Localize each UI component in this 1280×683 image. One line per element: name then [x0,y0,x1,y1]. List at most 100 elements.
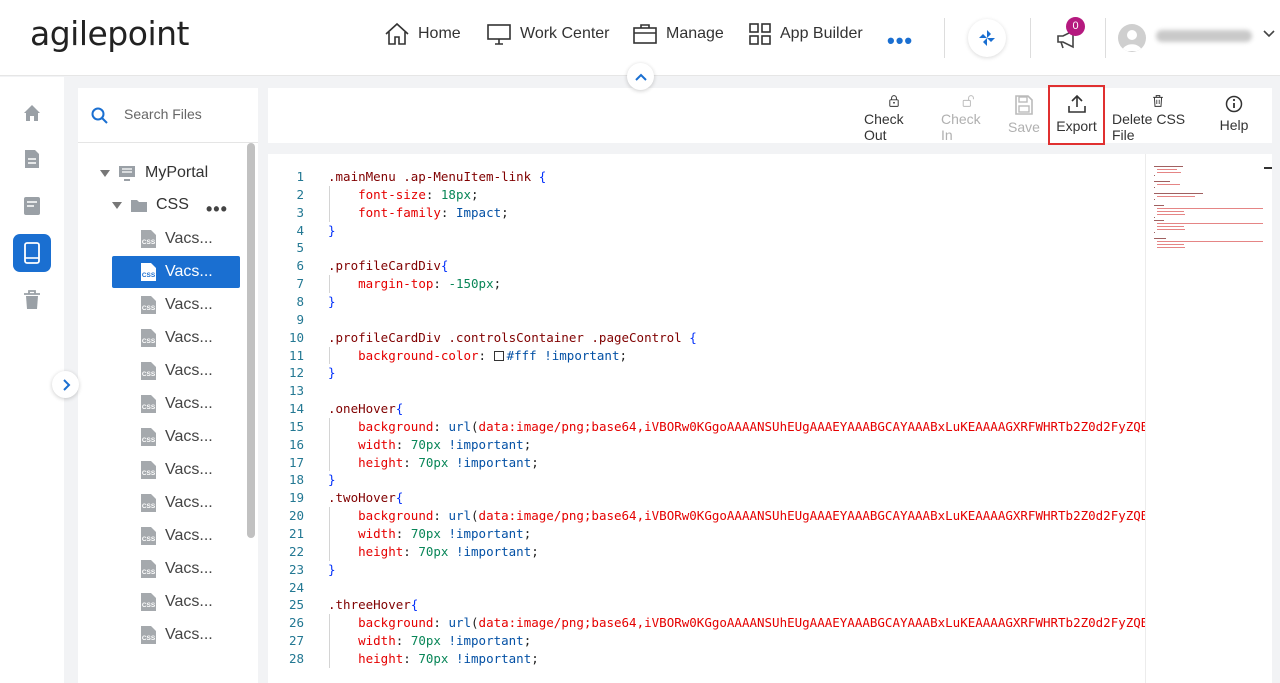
code-line[interactable]: 22 height: 70px !important; [268,543,1146,561]
code-editor[interactable]: 1 .mainMenu .ap-MenuItem-link {2 font-siz… [268,154,1272,683]
tree-folder-css[interactable]: CSS [112,190,189,220]
check-in-button[interactable]: Check In [941,88,995,143]
code-token: { [395,401,404,417]
code-token: url [448,615,472,631]
rail-files-active[interactable] [13,234,51,272]
code-line[interactable]: 19 .twoHover{ [268,489,1146,507]
code-text: background: url(data:image/png;base64,iV… [328,507,1146,525]
file-panel-scrollbar[interactable] [247,143,255,538]
tree-root-myportal[interactable]: MyPortal [100,158,208,188]
rail-documents[interactable] [13,140,51,178]
ai-assistant-button[interactable] [968,19,1006,57]
nav-work-center[interactable]: Work Center [486,22,610,46]
file-item[interactable]: CSS Vacs... [112,256,240,288]
save-button[interactable]: Save [1008,88,1040,143]
code-text: margin-top: -150px; [328,275,501,293]
code-text: background: url(data:image/png;base64,iV… [328,418,1146,436]
user-icon [1122,30,1142,51]
code-token: -150px [448,276,494,292]
file-item[interactable]: CSS Vacs... [112,454,240,486]
color-swatch[interactable] [493,350,504,361]
minimap-line [1154,199,1155,200]
code-line[interactable]: 27 width: 70px !important; [268,632,1146,650]
delete-css-file-button[interactable]: Delete CSS File [1112,88,1204,143]
search-files-input[interactable] [124,106,244,122]
nav-manage[interactable]: Manage [632,22,724,46]
file-item[interactable]: CSS Vacs... [112,421,240,453]
svg-text:CSS: CSS [142,404,156,411]
file-item[interactable]: CSS Vacs... [112,322,240,354]
code-line[interactable]: 1 .mainMenu .ap-MenuItem-link { [268,168,1146,186]
user-avatar[interactable] [1118,24,1146,52]
chevron-down-icon[interactable] [1263,29,1275,39]
code-line[interactable]: 9 [268,311,1146,329]
code-line[interactable]: 21 width: 70px !important; [268,525,1146,543]
code-line[interactable]: 15 background: url(data:image/png;base64… [268,418,1146,436]
export-button[interactable]: Export [1048,85,1105,145]
caret-down-icon [100,170,110,177]
code-line[interactable]: 11 background-color: #fff !important; [268,347,1146,365]
user-name-blurred[interactable] [1156,30,1252,42]
code-line[interactable]: 20 background: url(data:image/png;base64… [268,507,1146,525]
code-token: background-color [358,347,479,363]
code-line[interactable]: 18} [268,471,1146,489]
collapse-header-button[interactable] [627,63,654,90]
code-line[interactable]: 3 font-family: Impact; [268,204,1146,222]
rail-forms[interactable] [13,187,51,225]
rail-trash[interactable] [13,281,51,319]
file-item[interactable]: CSS Vacs... [112,619,240,651]
code-line[interactable]: 10 .profileCardDiv .controlsContainer .pa… [268,329,1146,347]
code-line[interactable]: 23} [268,561,1146,579]
code-line[interactable]: 14 .oneHover{ [268,400,1146,418]
unlock-icon [962,95,974,107]
rail-home[interactable] [13,94,51,132]
code-line[interactable]: 8} [268,293,1146,311]
file-item[interactable]: CSS Vacs... [112,553,240,585]
code-line[interactable]: 7 margin-top: -150px; [268,275,1146,293]
code-line[interactable]: 25 .threeHover{ [268,596,1146,614]
svg-text:CSS: CSS [142,635,156,642]
expand-rail-button[interactable] [52,371,79,398]
code-token: .twoHover [328,490,396,506]
more-menu-button[interactable]: ••• [887,28,913,54]
code-line[interactable]: 26 background: url(data:image/png;base64… [268,614,1146,632]
code-line[interactable]: 4} [268,222,1146,240]
file-item[interactable]: CSS Vacs... [112,388,240,420]
file-item[interactable]: CSS Vacs... [112,520,240,552]
indent-guide [329,632,330,650]
code-line[interactable]: 2 font-size: 18px; [268,186,1146,204]
code-token: 70px [418,454,449,470]
code-token: : [425,186,441,202]
code-line[interactable]: 6 .profileCardDiv{ [268,257,1146,275]
code-text: .threeHover{ [328,596,418,614]
file-item[interactable]: CSS Vacs... [112,586,240,618]
code-line[interactable]: 13 [268,382,1146,400]
check-out-button[interactable]: Check Out [864,88,924,143]
agilepoint-logo[interactable]: agilepoint [30,14,189,53]
code-line[interactable]: 5 [268,239,1146,257]
code-area[interactable]: 1 .mainMenu .ap-MenuItem-link {2 font-siz… [268,166,1146,683]
line-number: 12 [288,365,304,381]
file-item[interactable]: CSS Vacs... [112,289,240,321]
css-file-icon: CSS [141,362,156,380]
nav-home[interactable]: Home [384,22,461,46]
code-line[interactable]: 24 [268,579,1146,597]
code-line[interactable]: 17 height: 70px !important; [268,454,1146,472]
code-line[interactable]: 28 height: 70px !important; [268,650,1146,668]
code-line[interactable]: 12} [268,364,1146,382]
help-button[interactable]: Help [1217,88,1251,143]
nav-app-builder[interactable]: App Builder [748,22,863,46]
css-file-icon: CSS [141,593,156,611]
code-line[interactable]: 16 width: 70px !important; [268,436,1146,454]
svg-text:CSS: CSS [142,239,156,246]
minimap-scroll-indicator[interactable] [1264,167,1272,169]
file-item[interactable]: CSS Vacs... [112,487,240,519]
editor-minimap[interactable] [1145,154,1272,683]
help-label: Help [1219,117,1249,133]
folder-icon [131,199,147,212]
file-item[interactable]: CSS Vacs... [112,223,240,255]
code-token: font-size [358,186,426,202]
file-item[interactable]: CSS Vacs... [112,355,240,387]
folder-more-button[interactable]: ••• [206,199,228,220]
svg-text:CSS: CSS [142,338,156,345]
